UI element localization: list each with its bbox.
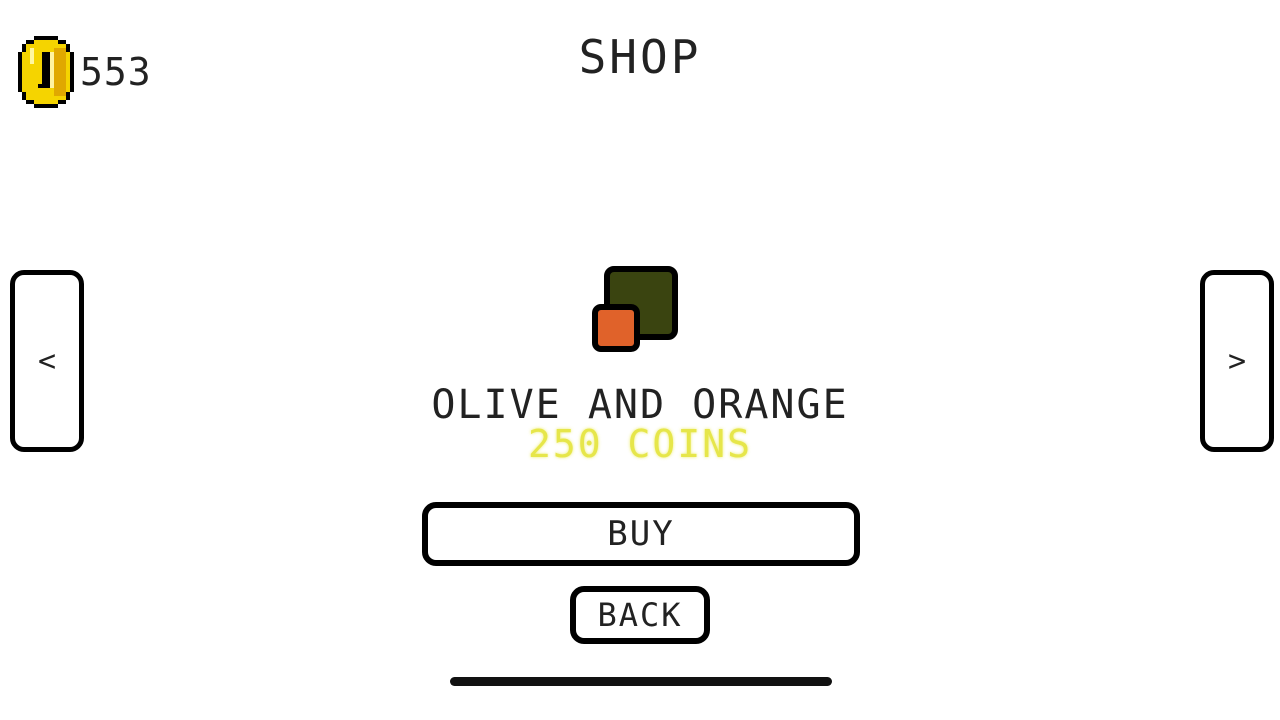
skin-secondary-square bbox=[592, 304, 640, 352]
buy-button[interactable]: BUY bbox=[422, 502, 860, 566]
back-button[interactable]: BACK bbox=[570, 586, 710, 644]
home-indicator[interactable] bbox=[450, 677, 832, 686]
skin-price: 250 COINS bbox=[528, 422, 752, 466]
next-arrow-label: > bbox=[1227, 343, 1247, 379]
back-button-label: BACK bbox=[597, 596, 683, 634]
skin-preview bbox=[592, 266, 680, 354]
previous-arrow-label: < bbox=[37, 343, 57, 379]
buy-button-label: BUY bbox=[607, 514, 675, 554]
page-title: SHOP bbox=[578, 30, 702, 84]
